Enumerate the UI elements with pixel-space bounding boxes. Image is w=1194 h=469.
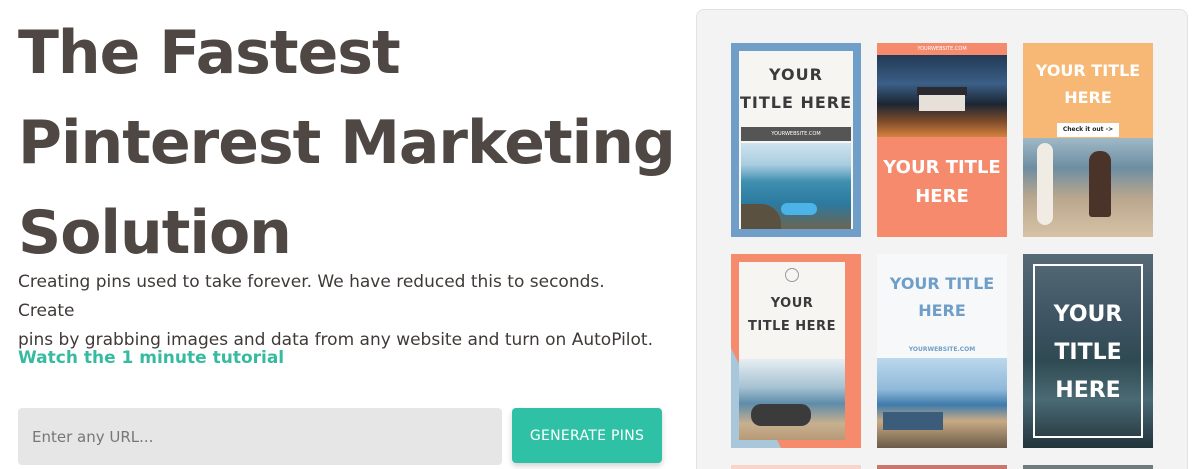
- pin-title-line-1: YOUR: [1053, 302, 1123, 327]
- surfboard-shape: [1037, 143, 1053, 225]
- hero-description: Creating pins used to take forever. We h…: [18, 268, 658, 355]
- pin-website-bar: YOURWEBSITE.COM: [741, 127, 851, 141]
- pin-gallery: YOUR TITLE HERE YOURWEBSITE.COM YOURWEBS…: [696, 9, 1188, 469]
- hero-title-line-1: The Fastest: [18, 18, 401, 88]
- pin-title-line-1: YOUR TITLE: [1035, 61, 1141, 80]
- pin-template-4[interactable]: YOUR TITLE HERE: [731, 254, 861, 448]
- pin-title-line-1: YOUR TITLE: [883, 157, 1001, 178]
- house-shape: [919, 95, 965, 111]
- pin-card: YOUR TITLE HERE YOURWEBSITE.COM: [739, 51, 853, 229]
- motorcycle-shape: [751, 404, 811, 426]
- pin-template-7[interactable]: [731, 465, 861, 469]
- pin-template-1[interactable]: YOUR TITLE HERE YOURWEBSITE.COM: [731, 43, 861, 237]
- pin-title-line-3: HERE: [1055, 378, 1121, 403]
- generate-pins-button[interactable]: GENERATE PINS: [512, 408, 662, 463]
- pin-title-line-2: HERE: [1064, 88, 1112, 107]
- pin-title: YOUR TITLE HERE: [877, 270, 1007, 324]
- url-input[interactable]: [18, 408, 502, 465]
- pin-title: YOUR TITLE HERE: [739, 61, 853, 117]
- rock-shape: [741, 204, 781, 229]
- pin-photo: [739, 359, 845, 440]
- pin-template-8[interactable]: [877, 465, 1007, 469]
- pool-float-shape: [781, 203, 817, 215]
- pin-title: YOUR TITLE HERE: [1023, 296, 1153, 410]
- pin-title-line-1: YOUR: [770, 296, 814, 311]
- hero-title-line-2: Pinterest Marketing: [18, 108, 676, 178]
- pin-title-line-1: YOUR: [769, 65, 823, 84]
- pin-website: YOURWEBSITE.COM: [908, 346, 976, 353]
- pin-title: YOUR TITLE HERE: [739, 292, 845, 338]
- pin-template-2[interactable]: YOURWEBSITE.COM YOUR TITLE HERE: [877, 43, 1007, 237]
- hero-description-line-2: pins by grabbing images and data from an…: [18, 330, 653, 350]
- pin-logo-icon: [785, 268, 799, 282]
- pin-photo: [877, 55, 1007, 137]
- pin-photo: [741, 143, 851, 229]
- pin-website-header: YOURWEBSITE.COM: [917, 46, 967, 52]
- hero-title-line-3: Solution: [18, 198, 292, 268]
- hero-title: The Fastest Pinterest Marketing Solution: [18, 8, 678, 278]
- pin-title-line-2: TITLE HERE: [748, 319, 836, 334]
- pin-cta-button: Check it out ->: [1057, 123, 1119, 137]
- pin-template-5[interactable]: YOUR TITLE HERE YOURWEBSITE.COM: [877, 254, 1007, 448]
- pin-title-line-2: HERE: [915, 186, 969, 207]
- pin-title-line-1: YOUR TITLE: [889, 274, 995, 293]
- pin-title-line-2: TITLE: [1054, 340, 1122, 365]
- pin-title: YOUR TITLE HERE: [877, 153, 1007, 211]
- boats-shape: [883, 412, 943, 430]
- pin-title: YOUR TITLE HERE: [1023, 57, 1153, 111]
- pin-template-3[interactable]: YOUR TITLE HERE Check it out ->: [1023, 43, 1153, 237]
- person-shape: [1089, 151, 1111, 217]
- pin-template-9[interactable]: [1023, 465, 1153, 469]
- pin-template-6[interactable]: YOUR TITLE HERE: [1023, 254, 1153, 448]
- pin-photo: [877, 358, 1007, 448]
- hero-description-line-1: Creating pins used to take forever. We h…: [18, 272, 605, 321]
- pin-title-line-2: HERE: [918, 301, 966, 320]
- tutorial-link[interactable]: Watch the 1 minute tutorial: [18, 348, 284, 368]
- pin-title-line-2: TITLE HERE: [739, 93, 853, 112]
